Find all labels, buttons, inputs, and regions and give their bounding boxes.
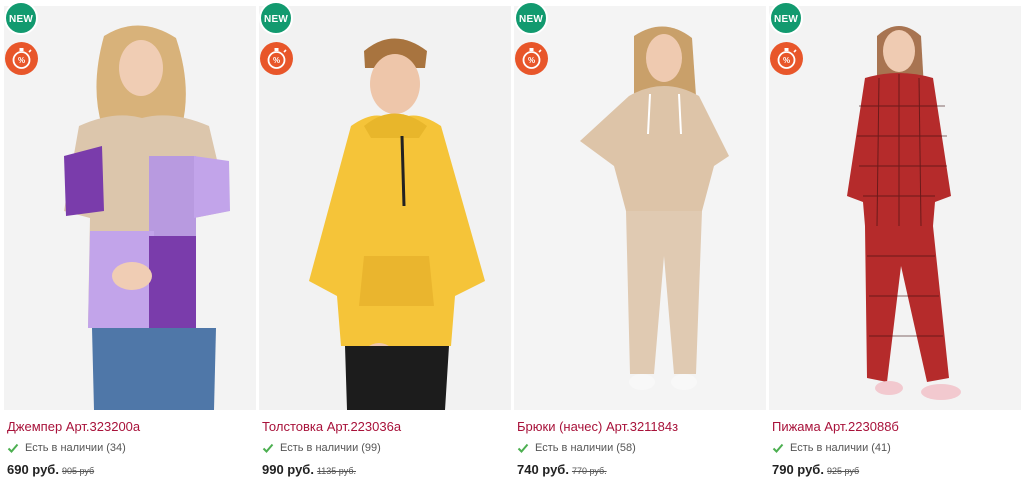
check-icon bbox=[772, 443, 784, 453]
stopwatch-percent-icon: % bbox=[5, 42, 38, 75]
stopwatch-percent-icon: % bbox=[515, 42, 548, 75]
stock-status: Есть в наличии (99) bbox=[262, 442, 381, 454]
new-badge: NEW bbox=[4, 1, 38, 35]
product-card[interactable]: NEW % Толстовка Арт.223036а Есть в налич… bbox=[259, 0, 511, 481]
product-photo[interactable] bbox=[514, 6, 766, 410]
stock-label: Есть в наличии (34) bbox=[25, 442, 126, 454]
check-icon bbox=[517, 443, 529, 453]
price-block: 790 руб. 925 руб bbox=[772, 462, 859, 477]
svg-text:%: % bbox=[273, 56, 280, 65]
svg-text:%: % bbox=[528, 56, 535, 65]
old-price: 925 руб bbox=[826, 466, 860, 476]
new-badge: NEW bbox=[514, 1, 548, 35]
stock-status: Есть в наличии (58) bbox=[517, 442, 636, 454]
product-grid: NEW % Джемпер Арт.323200а Есть в наличии… bbox=[0, 0, 1025, 481]
current-price: 690 руб. bbox=[7, 462, 59, 477]
price-block: 990 руб. 1135 руб. bbox=[262, 462, 356, 477]
check-icon bbox=[7, 443, 19, 453]
old-price: 770 руб. bbox=[571, 466, 607, 476]
price-block: 690 руб. 905 руб bbox=[7, 462, 94, 477]
svg-text:%: % bbox=[783, 56, 790, 65]
stopwatch-percent-icon: % bbox=[770, 42, 803, 75]
old-price: 1135 руб. bbox=[316, 466, 356, 476]
product-title[interactable]: Толстовка Арт.223036а bbox=[262, 419, 401, 434]
stock-label: Есть в наличии (58) bbox=[535, 442, 636, 454]
svg-text:%: % bbox=[18, 56, 25, 65]
current-price: 740 руб. bbox=[517, 462, 569, 477]
product-photo[interactable] bbox=[769, 6, 1021, 410]
product-title[interactable]: Пижама Арт.223088б bbox=[772, 419, 899, 434]
product-card[interactable]: NEW % Джемпер Арт.323200а Есть в наличии… bbox=[4, 0, 256, 481]
old-price: 905 руб bbox=[61, 466, 95, 476]
stock-status: Есть в наличии (34) bbox=[7, 442, 126, 454]
price-block: 740 руб. 770 руб. bbox=[517, 462, 607, 477]
stock-status: Есть в наличии (41) bbox=[772, 442, 891, 454]
product-photo[interactable] bbox=[259, 6, 511, 410]
product-photo[interactable] bbox=[4, 6, 256, 410]
product-title[interactable]: Брюки (начес) Арт.321184з bbox=[517, 419, 678, 434]
check-icon bbox=[262, 443, 274, 453]
product-card[interactable]: NEW % Пижама Арт.223088б Есть в наличии … bbox=[769, 0, 1021, 481]
stock-label: Есть в наличии (99) bbox=[280, 442, 381, 454]
product-title[interactable]: Джемпер Арт.323200а bbox=[7, 419, 140, 434]
current-price: 790 руб. bbox=[772, 462, 824, 477]
product-card[interactable]: NEW % Брюки (начес) Арт.321184з Есть в н… bbox=[514, 0, 766, 481]
new-badge: NEW bbox=[259, 1, 293, 35]
new-badge: NEW bbox=[769, 1, 803, 35]
stopwatch-percent-icon: % bbox=[260, 42, 293, 75]
current-price: 990 руб. bbox=[262, 462, 314, 477]
stock-label: Есть в наличии (41) bbox=[790, 442, 891, 454]
